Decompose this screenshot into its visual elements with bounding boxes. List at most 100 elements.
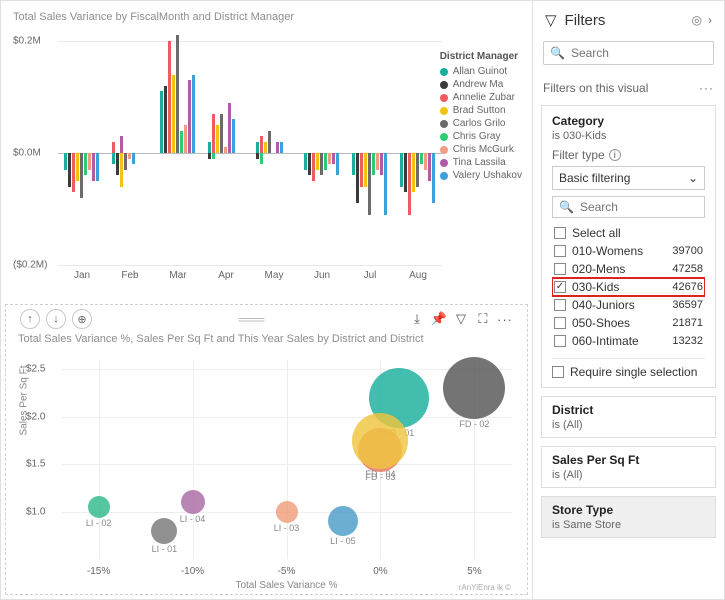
- bar[interactable]: [368, 153, 371, 215]
- bubble[interactable]: [276, 501, 298, 523]
- popout-icon[interactable]: ⛶: [475, 311, 491, 327]
- bar[interactable]: [384, 153, 387, 215]
- filters-search[interactable]: 🔍: [543, 41, 714, 65]
- filter-option[interactable]: 020-Mens47258: [552, 260, 705, 278]
- bar[interactable]: [332, 153, 335, 164]
- bar[interactable]: [304, 153, 307, 170]
- bar[interactable]: [264, 142, 267, 153]
- bar[interactable]: [352, 153, 355, 175]
- checkbox[interactable]: [554, 281, 566, 293]
- bar[interactable]: [212, 153, 215, 159]
- bar[interactable]: [224, 147, 227, 153]
- bar[interactable]: [400, 153, 403, 187]
- filters-search-input[interactable]: [571, 46, 725, 60]
- category-search[interactable]: 🔍: [552, 196, 705, 218]
- pin-icon[interactable]: 📌: [431, 311, 447, 327]
- bar[interactable]: [360, 153, 363, 187]
- filter-option[interactable]: 050-Shoes21871: [552, 314, 705, 332]
- bar[interactable]: [216, 125, 219, 153]
- bubble[interactable]: [88, 496, 110, 518]
- bar[interactable]: [124, 153, 127, 170]
- category-filter-card[interactable]: Category is 030-Kids Filter type i Basic…: [541, 105, 716, 388]
- bar[interactable]: [376, 153, 379, 170]
- more-options-icon[interactable]: ···: [497, 311, 513, 327]
- collapse-pane-icon[interactable]: ›: [708, 13, 712, 27]
- bar[interactable]: [176, 35, 179, 153]
- bar[interactable]: [64, 153, 67, 170]
- bar[interactable]: [424, 153, 427, 170]
- info-icon[interactable]: i: [609, 149, 621, 161]
- bubble[interactable]: [352, 413, 408, 469]
- expand-all-icon[interactable]: ⊕: [72, 309, 92, 329]
- focus-mode-icon[interactable]: ⤓: [409, 311, 425, 327]
- bar[interactable]: [256, 153, 259, 159]
- bar[interactable]: [112, 142, 115, 153]
- bar[interactable]: [320, 153, 323, 175]
- spsf-filter-card[interactable]: Sales Per Sq Ft is (All): [541, 446, 716, 488]
- bar[interactable]: [84, 153, 87, 175]
- store-type-filter-card[interactable]: Store Type is Same Store: [541, 496, 716, 538]
- bar[interactable]: [112, 153, 115, 164]
- bar[interactable]: [328, 153, 331, 164]
- filter-type-dropdown[interactable]: Basic filtering ⌄: [552, 166, 705, 190]
- drill-up-icon[interactable]: ↑: [20, 309, 40, 329]
- checkbox[interactable]: [554, 245, 566, 257]
- bar[interactable]: [324, 153, 327, 170]
- bar[interactable]: [412, 153, 415, 192]
- bar[interactable]: [160, 91, 163, 153]
- require-single-checkbox[interactable]: [552, 366, 564, 378]
- bar[interactable]: [316, 153, 319, 170]
- drag-handle-icon[interactable]: ═══: [239, 311, 263, 327]
- bar[interactable]: [92, 153, 95, 181]
- filter-option[interactable]: 060-Intimate13232: [552, 332, 705, 350]
- bar[interactable]: [308, 153, 311, 175]
- bar[interactable]: [76, 153, 79, 181]
- bar[interactable]: [208, 153, 211, 159]
- checkbox[interactable]: [554, 317, 566, 329]
- filter-option[interactable]: 030-Kids42676: [552, 278, 705, 296]
- bar[interactable]: [120, 136, 123, 153]
- bar[interactable]: [228, 103, 231, 153]
- bar[interactable]: [432, 153, 435, 203]
- bar[interactable]: [256, 142, 259, 153]
- bar[interactable]: [380, 153, 383, 175]
- bar[interactable]: [188, 80, 191, 153]
- bar[interactable]: [180, 131, 183, 153]
- bar[interactable]: [88, 153, 91, 170]
- bar[interactable]: [164, 86, 167, 153]
- reveal-icon[interactable]: ◎: [692, 13, 702, 27]
- bar[interactable]: [172, 75, 175, 153]
- bar[interactable]: [212, 114, 215, 153]
- bar[interactable]: [364, 153, 367, 187]
- checkbox[interactable]: [554, 227, 566, 239]
- bar[interactable]: [416, 153, 419, 187]
- filter-icon[interactable]: ▽: [453, 311, 469, 327]
- bar[interactable]: [408, 153, 411, 215]
- filter-option[interactable]: 010-Womens39700: [552, 242, 705, 260]
- bubble[interactable]: [151, 518, 177, 544]
- bar[interactable]: [208, 142, 211, 153]
- bar[interactable]: [232, 119, 235, 153]
- bar[interactable]: [96, 153, 99, 181]
- bar[interactable]: [356, 153, 359, 203]
- bar[interactable]: [280, 142, 283, 153]
- bar[interactable]: [80, 153, 83, 198]
- bubble[interactable]: [181, 490, 205, 514]
- category-search-input[interactable]: [580, 200, 725, 214]
- bar[interactable]: [312, 153, 315, 181]
- bar[interactable]: [276, 142, 279, 153]
- bar[interactable]: [116, 153, 119, 175]
- bar[interactable]: [260, 153, 263, 164]
- filter-option[interactable]: Select all: [552, 224, 705, 242]
- scatter-chart[interactable]: ↑ ↓ ⊕ ═══ ⤓ 📌 ▽ ⛶ ··· Total Sales Varian…: [5, 304, 528, 595]
- bar[interactable]: [336, 153, 339, 175]
- checkbox[interactable]: [554, 335, 566, 347]
- bar[interactable]: [420, 153, 423, 164]
- drill-mode-icon[interactable]: ↓: [46, 309, 66, 329]
- bar[interactable]: [120, 153, 123, 187]
- bar[interactable]: [372, 153, 375, 175]
- bar[interactable]: [192, 75, 195, 153]
- bar[interactable]: [220, 114, 223, 153]
- checkbox[interactable]: [554, 263, 566, 275]
- bubble[interactable]: [443, 357, 505, 419]
